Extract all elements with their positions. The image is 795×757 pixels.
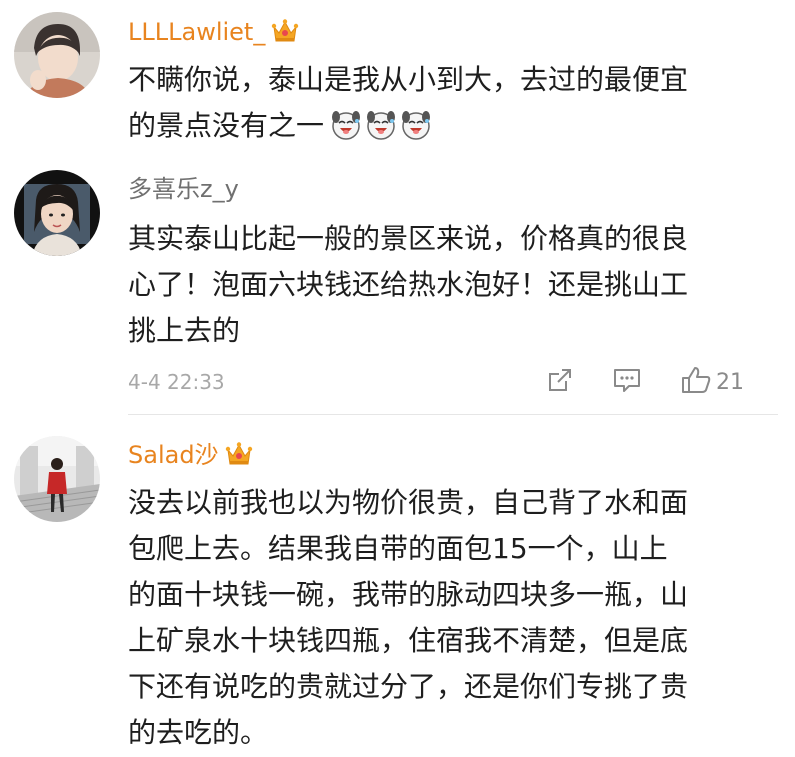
laughing-dog-emoji xyxy=(365,109,397,155)
like-button[interactable]: 21 xyxy=(680,367,744,397)
comment-button[interactable] xyxy=(612,367,642,397)
crown-icon xyxy=(225,441,253,475)
username[interactable]: 多喜乐z_y xyxy=(128,173,239,205)
avatar[interactable] xyxy=(14,170,100,256)
username[interactable]: Salad沙 xyxy=(128,439,253,475)
timestamp: 4-4 22:33 xyxy=(128,370,225,394)
comment-text: 没去以前我也以为物价很贵，自己背了水和面 包爬上去。结果我自带的面包15一个，山… xyxy=(128,486,689,749)
avatar[interactable] xyxy=(14,12,100,98)
crown-icon xyxy=(271,18,299,52)
like-count: 21 xyxy=(716,369,744,395)
share-icon xyxy=(546,366,574,398)
laughing-dog-emoji xyxy=(400,109,432,155)
divider xyxy=(128,414,778,415)
comment-text: 其实泰山比起一般的景区来说，价格真的很良 心了！泡面六块钱还给热水泡好！还是挑山… xyxy=(128,222,689,347)
laughing-dog-emoji xyxy=(330,109,362,155)
username[interactable]: LLLLawliet_ xyxy=(128,16,299,52)
comment-meta: 4-4 22:33 21 xyxy=(128,367,748,397)
thumbs-up-icon xyxy=(680,365,712,399)
comment-icon xyxy=(612,366,642,398)
avatar[interactable] xyxy=(14,436,100,522)
share-button[interactable] xyxy=(546,367,574,397)
comment-text: 不瞒你说，泰山是我从小到大，去过的最便宜 的景点没有之一 xyxy=(128,57,768,155)
